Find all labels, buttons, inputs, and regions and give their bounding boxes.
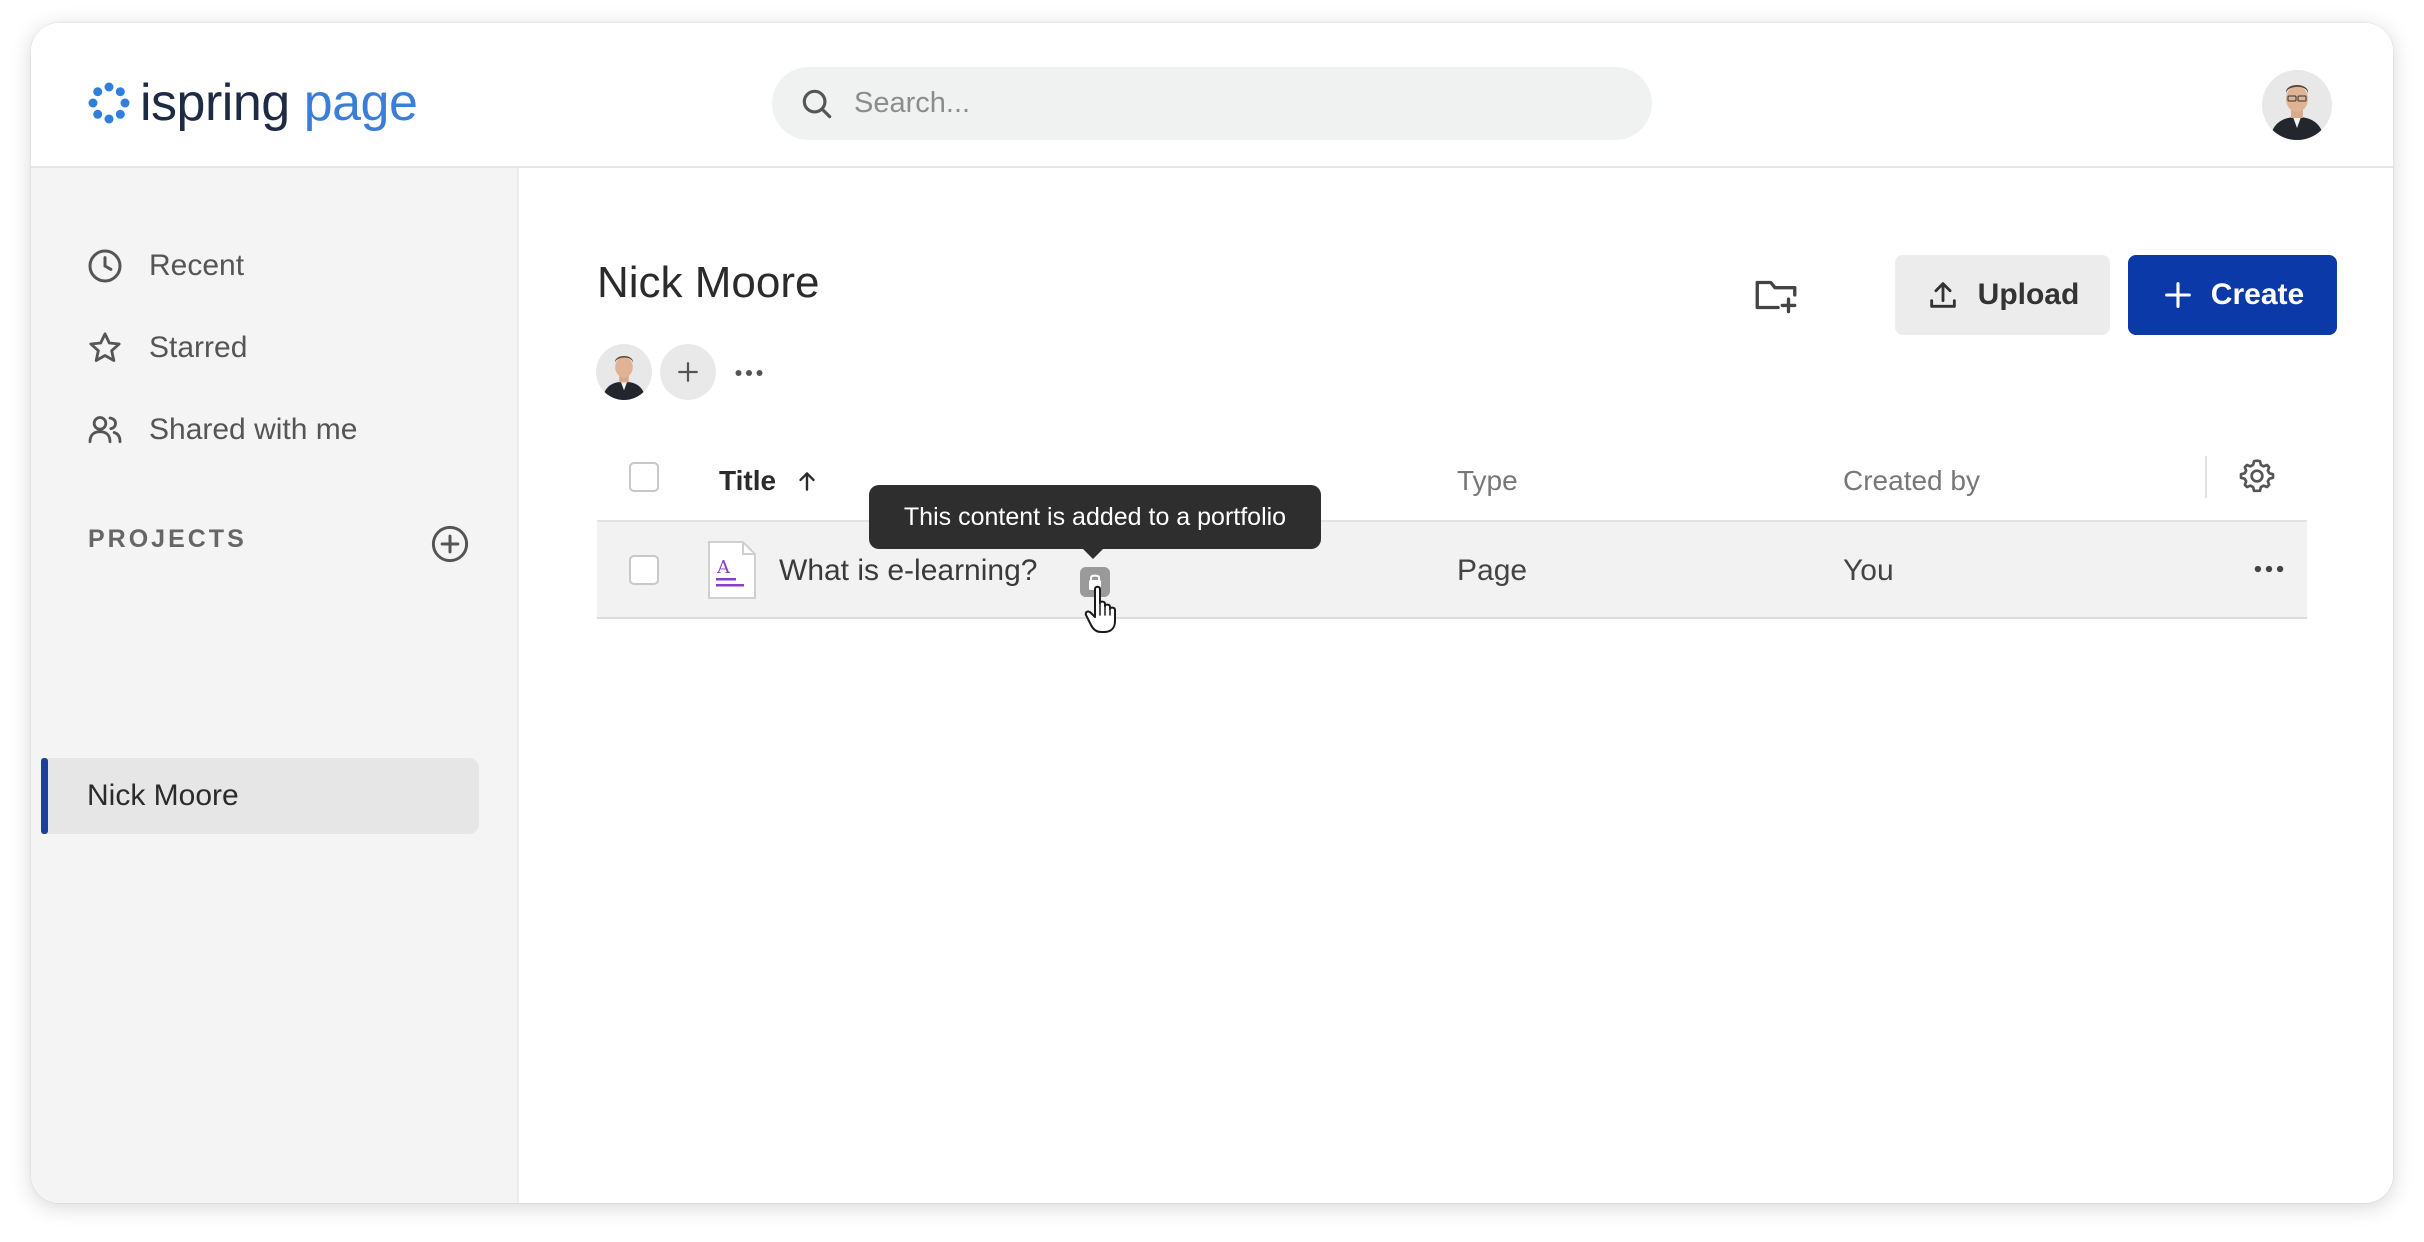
plus-icon — [678, 362, 698, 382]
row-created-by: You — [1843, 554, 1894, 587]
ispring-logo-icon — [88, 82, 130, 124]
sidebar-item-starred[interactable]: Starred — [85, 318, 247, 378]
table-header: Title Type Created by — [597, 442, 2307, 522]
create-button[interactable]: Create — [2128, 255, 2337, 335]
page-document-icon: A — [708, 541, 756, 599]
project-label: Nick Moore — [87, 779, 239, 812]
avatar-photo-icon — [596, 344, 652, 400]
users-icon — [88, 416, 122, 444]
add-member-button[interactable] — [660, 344, 716, 400]
selected-indicator — [41, 758, 48, 834]
sidebar-item-shared-with-me[interactable]: Shared with me — [85, 400, 357, 460]
upload-button[interactable]: Upload — [1895, 255, 2110, 335]
row-more-button[interactable] — [2247, 554, 2291, 584]
search-input[interactable] — [854, 87, 1614, 120]
sidebar-item-label: Recent — [149, 249, 245, 282]
select-all-checkbox[interactable] — [629, 462, 659, 492]
page-title: Nick Moore — [597, 258, 820, 307]
more-horizontal-icon — [735, 370, 763, 376]
search-icon — [802, 89, 832, 118]
new-folder-icon[interactable] — [1751, 270, 1801, 320]
column-created-by-header[interactable]: Created by — [1843, 465, 1980, 497]
upload-label: Upload — [1977, 278, 2080, 311]
column-title-header[interactable]: Title — [719, 465, 820, 497]
hand-cursor-icon — [1084, 585, 1116, 633]
main-content: Nick Moore Upload Create Title Type Crea… — [519, 168, 2393, 1203]
add-project-icon[interactable] — [429, 523, 471, 565]
logo-text-ispring: ispring — [140, 74, 290, 132]
svg-text:A: A — [716, 557, 731, 578]
avatar-photo-icon — [2262, 70, 2332, 140]
project-item-nick-moore[interactable]: Nick Moore — [41, 758, 479, 834]
row-title[interactable]: What is e-learning? — [779, 554, 1037, 588]
app-window: ispring page Search... Recent Starred Sh… — [31, 23, 2393, 1203]
ispring-page-logo[interactable]: ispring page — [86, 74, 418, 132]
upload-icon — [1929, 282, 1956, 308]
projects-heading: PROJECTS — [88, 525, 247, 553]
sort-ascending-icon — [799, 472, 815, 491]
star-icon — [89, 332, 121, 362]
search-bar[interactable] — [772, 67, 1652, 140]
column-divider — [2205, 456, 2207, 498]
sidebar-item-recent[interactable]: Recent — [85, 236, 244, 296]
more-horizontal-icon — [2254, 565, 2284, 573]
column-title-label: Title — [719, 465, 777, 496]
sidebar: Recent Starred Shared with me PROJECTS N… — [31, 168, 519, 1203]
sidebar-item-label: Shared with me — [149, 413, 358, 446]
row-checkbox[interactable] — [629, 555, 659, 585]
table-row[interactable]: A What is e-learning? Page You — [597, 522, 2307, 619]
user-avatar[interactable] — [2262, 70, 2332, 140]
top-header: ispring page — [31, 23, 2393, 168]
row-type: Page — [1457, 554, 1528, 587]
plus-icon — [2164, 282, 2191, 308]
members-more-button[interactable] — [726, 350, 772, 396]
clock-icon — [88, 249, 122, 283]
portfolio-tooltip: This content is added to a portfolio — [869, 485, 1321, 559]
create-label: Create — [2210, 278, 2305, 311]
column-type-header[interactable]: Type — [1457, 465, 1518, 497]
sidebar-item-label: Starred — [149, 331, 248, 364]
member-avatar[interactable] — [596, 344, 652, 400]
logo-text-page: page — [303, 74, 418, 132]
gear-icon[interactable] — [2237, 456, 2277, 496]
